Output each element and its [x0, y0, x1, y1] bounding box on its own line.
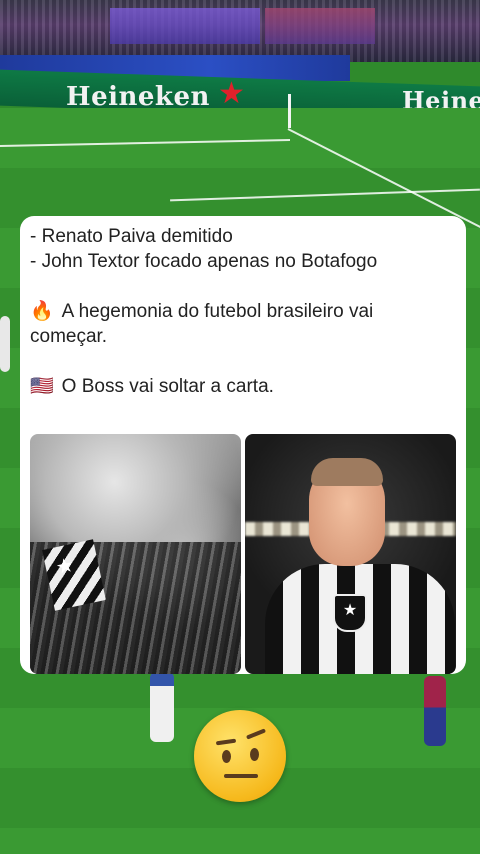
- botafogo-badge-icon: ★: [333, 594, 367, 632]
- us-flag-icon: 🇺🇸: [30, 375, 54, 397]
- paragraph-1-text: A hegemonia do futebol brasileiro vai: [61, 301, 374, 322]
- post-images: ★ ★: [30, 434, 456, 674]
- stands-seats-left: [110, 8, 260, 44]
- pitch-line: [170, 188, 480, 202]
- post-paragraph-1-cont: começar.: [30, 326, 108, 347]
- star-icon: ★: [218, 77, 245, 110]
- stands-seats-right: [265, 8, 375, 44]
- player: [0, 316, 10, 372]
- fire-icon: 🔥: [30, 300, 54, 322]
- corner-flag: [288, 94, 291, 128]
- player: [150, 672, 174, 742]
- player: [424, 676, 446, 746]
- pitch-line: [287, 128, 480, 230]
- post-paragraph-1: 🔥 A hegemonia do futebol brasileiro vai: [30, 299, 456, 324]
- post-paragraph-2: 🇺🇸 O Boss vai soltar a carta.: [30, 374, 456, 399]
- paragraph-2-text: O Boss vai soltar a carta.: [61, 376, 274, 397]
- post-line-1: - Renato Paiva demitido: [30, 226, 233, 247]
- person-hair: [311, 458, 383, 486]
- john-textor-photo[interactable]: ★: [245, 434, 456, 674]
- stands: [0, 0, 480, 62]
- post-card: - Renato Paiva demitido - John Textor fo…: [20, 216, 466, 674]
- pitch-line: [0, 138, 290, 148]
- face-with-raised-eyebrow-icon: [194, 710, 286, 802]
- botafogo-fans-photo[interactable]: ★: [30, 434, 241, 674]
- post-line-2: - John Textor focado apenas no Botafogo: [30, 251, 378, 272]
